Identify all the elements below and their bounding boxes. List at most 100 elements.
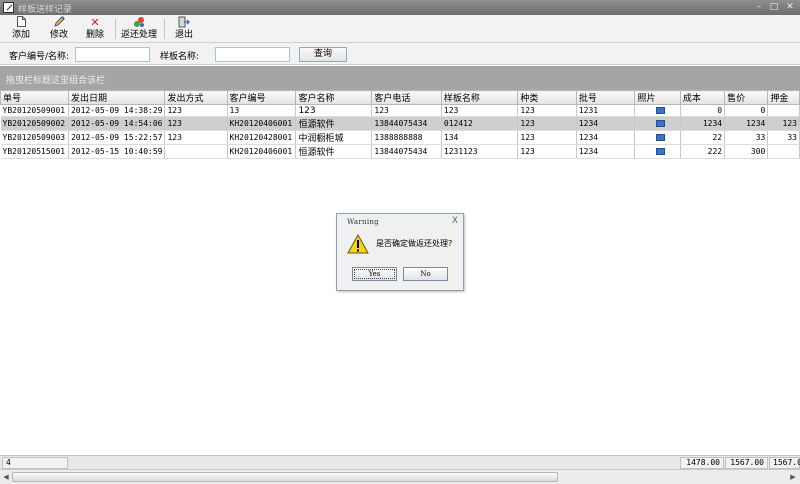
cell-send-date[interactable]: 2012-05-09 14:38:29 (68, 104, 166, 117)
toolbar: 添加 修改 ✕ 删除 返还处理 退出 (0, 15, 800, 43)
cell-send-method[interactable]: 123 (164, 104, 228, 117)
return-icon (119, 16, 159, 29)
cell-send-method[interactable]: 123 (164, 130, 228, 145)
cell-deposit[interactable]: 33 (767, 130, 800, 145)
close-icon[interactable]: ✕ (783, 2, 797, 13)
column-header[interactable]: 售价 (724, 90, 769, 105)
cell-order-no[interactable]: YB20120509003 (0, 130, 69, 145)
cell-sample-name[interactable]: 123 (441, 104, 519, 117)
cell-customer-id[interactable]: KH20120406001 (227, 144, 297, 159)
horizontal-scrollbar[interactable]: ◀ ▶ (0, 469, 800, 484)
cell-sample-name[interactable]: 1231123 (441, 144, 519, 159)
warning-dialog: Warning X 是否确定做返还处理? Yes No (336, 213, 464, 291)
cell-cost[interactable]: 22 (680, 130, 726, 145)
table-row[interactable]: YB20120509003 2012-05-09 15:22:57 123 KH… (0, 130, 800, 145)
cell-price[interactable]: 300 (724, 144, 769, 159)
photo-icon[interactable] (656, 107, 666, 114)
cell-cost[interactable]: 1234 (680, 116, 726, 131)
customer-label: 客户编号/名称: (9, 52, 70, 62)
maximize-icon[interactable]: □ (767, 2, 781, 13)
cell-send-method[interactable]: 123 (164, 116, 228, 131)
photo-icon[interactable] (656, 134, 666, 141)
cell-customer-phone[interactable]: 13844075434 (371, 116, 442, 131)
cell-cost[interactable]: 0 (680, 104, 726, 117)
cell-customer-id[interactable]: KH20120406001 (227, 116, 297, 131)
delete-button[interactable]: ✕ 删除 (80, 16, 110, 42)
cell-customer-phone[interactable]: 1388888888 (371, 130, 442, 145)
yes-button[interactable]: Yes (352, 267, 397, 281)
column-header[interactable]: 押金 (767, 90, 800, 105)
price-total: 1567.00 (725, 457, 768, 469)
table-row-selected[interactable]: YB20120509002 2012-05-09 14:54:06 123 KH… (0, 116, 800, 131)
return-processing-button[interactable]: 返还处理 (119, 16, 159, 42)
scrollbar-thumb[interactable] (12, 472, 558, 482)
cell-customer-phone[interactable]: 123 (371, 104, 442, 117)
column-header[interactable]: 照片 (634, 90, 681, 105)
cell-category[interactable]: 123 (517, 104, 577, 117)
edit-button[interactable]: 修改 (44, 16, 74, 42)
cell-cost[interactable]: 222 (680, 144, 726, 159)
cell-photo[interactable] (634, 104, 681, 117)
column-header[interactable]: 客户电话 (371, 90, 442, 105)
cell-deposit[interactable] (767, 104, 800, 117)
add-button[interactable]: 添加 (6, 16, 36, 42)
photo-icon[interactable] (656, 120, 666, 127)
toolbar-separator (115, 19, 116, 39)
cell-price[interactable]: 1234 (724, 116, 769, 131)
sample-name-input[interactable] (215, 47, 290, 62)
cell-send-date[interactable]: 2012-05-09 15:22:57 (68, 130, 166, 145)
cell-order-no[interactable]: YB20120515001 (0, 144, 69, 159)
cell-batch-no[interactable]: 1234 (576, 116, 636, 131)
cell-batch-no[interactable]: 1231 (576, 104, 636, 117)
exit-button[interactable]: 退出 (170, 16, 198, 42)
cell-photo[interactable] (634, 130, 681, 145)
customer-input[interactable] (75, 47, 150, 62)
photo-icon[interactable] (656, 148, 666, 155)
cell-batch-no[interactable]: 1234 (576, 130, 636, 145)
column-header[interactable]: 成本 (679, 90, 726, 105)
cell-customer-name[interactable]: 恒源软件 (295, 144, 373, 159)
table-row[interactable]: YB20120509001 2012-05-09 14:38:29 123 13… (0, 104, 800, 117)
cell-customer-name[interactable]: 123 (295, 104, 373, 117)
column-header[interactable]: 批号 (575, 90, 636, 105)
cell-photo[interactable] (634, 116, 681, 131)
scroll-left-icon[interactable]: ◀ (1, 472, 11, 482)
table-header-row: 单号 发出日期 发出方式 客户编号 客户名称 客户电话 样板名称 种类 批号 照… (0, 90, 800, 105)
cell-price[interactable]: 33 (724, 130, 769, 145)
no-button[interactable]: No (403, 267, 448, 281)
cell-customer-id[interactable]: KH20120428001 (227, 130, 297, 145)
cell-category[interactable]: 123 (517, 144, 577, 159)
cell-send-date[interactable]: 2012-05-09 14:54:06 (68, 116, 166, 131)
column-header[interactable]: 样板名称 (440, 90, 519, 105)
cell-customer-name[interactable]: 恒源软件 (295, 116, 373, 131)
cell-sample-name[interactable]: 134 (441, 130, 519, 145)
column-header[interactable]: 发出方式 (164, 90, 228, 105)
query-button[interactable]: 查询 (299, 47, 347, 62)
cell-sample-name[interactable]: 012412 (441, 116, 519, 131)
cell-photo[interactable] (634, 144, 681, 159)
cell-category[interactable]: 123 (517, 130, 577, 145)
cell-deposit[interactable]: 123 (767, 116, 800, 131)
minimize-icon[interactable]: – (752, 2, 766, 13)
cell-price[interactable]: 0 (724, 104, 769, 117)
column-header[interactable]: 客户名称 (295, 90, 373, 105)
row-count: 4 (2, 457, 68, 469)
column-header[interactable]: 单号 (0, 90, 69, 105)
table-row[interactable]: YB20120515001 2012-05-15 10:40:59 KH2012… (0, 144, 800, 159)
column-header[interactable]: 种类 (517, 90, 577, 105)
cell-send-method[interactable] (164, 144, 228, 159)
dialog-close-icon[interactable]: X (452, 216, 458, 226)
scroll-right-icon[interactable]: ▶ (788, 472, 798, 482)
cell-customer-name[interactable]: 中润橱柜城 (295, 130, 373, 145)
cell-order-no[interactable]: YB20120509002 (0, 116, 69, 131)
cell-order-no[interactable]: YB20120509001 (0, 104, 69, 117)
column-header[interactable]: 客户编号 (226, 90, 297, 105)
cell-send-date[interactable]: 2012-05-15 10:40:59 (68, 144, 166, 159)
cell-batch-no[interactable]: 1234 (576, 144, 636, 159)
column-header[interactable]: 发出日期 (67, 90, 166, 105)
cell-customer-phone[interactable]: 13844075434 (371, 144, 442, 159)
cell-category[interactable]: 123 (517, 116, 577, 131)
group-by-panel[interactable]: 拖曳栏标题这里组合该栏 (0, 66, 800, 90)
cell-customer-id[interactable]: 13 (227, 104, 297, 117)
cell-deposit[interactable] (767, 144, 800, 159)
